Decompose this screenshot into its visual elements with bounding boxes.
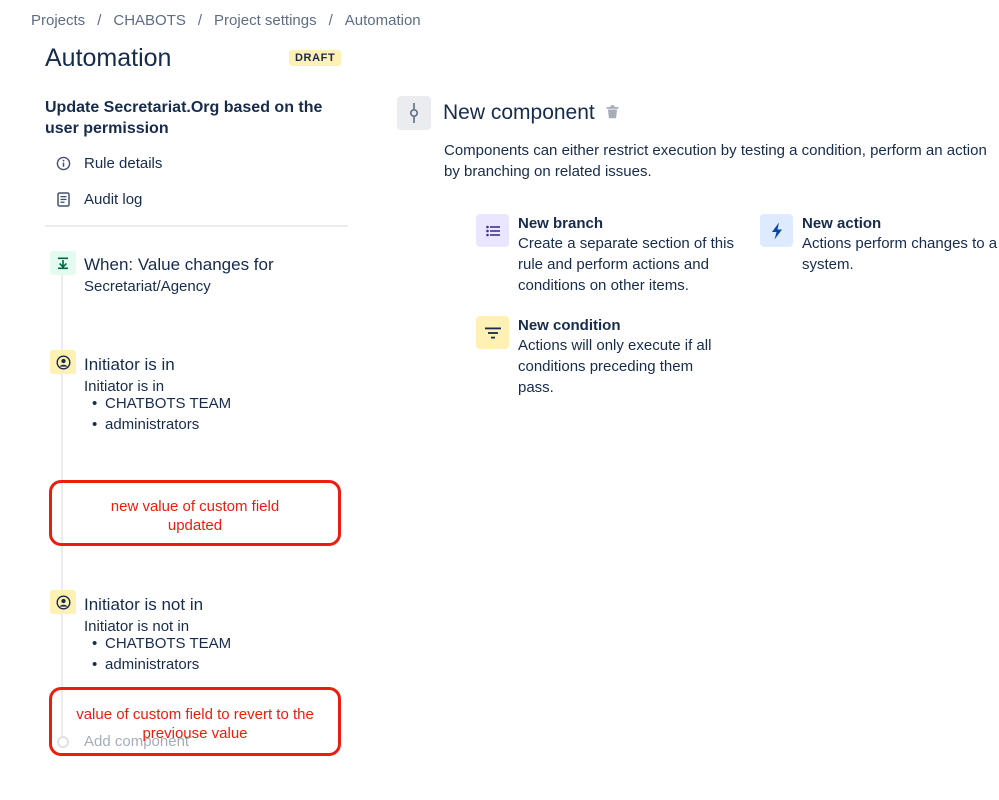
new-component-description: Components can either restrict execution…	[444, 140, 999, 182]
annotation-line: new value of custom field	[110, 498, 280, 515]
annotation-line: previouse value	[142, 725, 248, 742]
new-action-line: Actions perform changes to a	[802, 235, 998, 252]
new-branch-line: rule and perform actions and	[518, 256, 709, 273]
breadcrumb-projects[interactable]: Projects	[31, 12, 85, 29]
info-icon	[55, 156, 71, 172]
document-icon	[55, 192, 71, 208]
trigger-subtitle: Secretariat/Agency	[84, 278, 211, 295]
condition2-title[interactable]: Initiator is not in	[84, 595, 203, 615]
breadcrumb-automation[interactable]: Automation	[345, 12, 421, 29]
annotation-line: updated	[167, 517, 223, 534]
annotation-box-1: new value of custom field updated	[49, 480, 341, 546]
page-title: Automation	[45, 44, 172, 72]
filter-icon	[476, 316, 509, 349]
new-branch-line: Create a separate section of this	[518, 235, 734, 252]
rule-details-link[interactable]: Rule details	[55, 155, 162, 172]
new-component-title: New component	[443, 101, 595, 124]
condition1-list: CHATBOTS TEAM administrators	[92, 393, 231, 435]
annotation-line: value of custom field to revert to the	[76, 706, 314, 723]
rule-details-label: Rule details	[84, 155, 163, 172]
new-branch-line: conditions on other items.	[518, 277, 689, 294]
condition1-title[interactable]: Initiator is in	[84, 355, 175, 375]
description-line: by branching on related issues.	[444, 163, 652, 180]
new-branch-option[interactable]: New branch Create a separate section of …	[476, 214, 734, 296]
condition2-list: CHATBOTS TEAM administrators	[92, 633, 231, 675]
sidebar-divider	[45, 225, 348, 227]
new-action-title: New action	[802, 215, 882, 232]
new-branch-title: New branch	[518, 215, 604, 232]
new-condition-title: New condition	[518, 317, 621, 334]
new-condition-line: Actions will only execute if all	[518, 337, 712, 354]
annotation-box-2: value of custom field to revert to the p…	[49, 687, 341, 756]
audit-log-link[interactable]: Audit log	[55, 191, 142, 208]
new-condition-line: pass.	[518, 379, 554, 396]
trigger-title[interactable]: When: Value changes for	[84, 255, 274, 275]
list-item: CHATBOTS TEAM	[92, 633, 231, 654]
description-line: Components can either restrict execution…	[444, 142, 987, 159]
audit-log-label: Audit log	[84, 191, 143, 208]
new-action-line: system.	[802, 256, 854, 273]
breadcrumb-project-settings[interactable]: Project settings	[214, 12, 317, 29]
list-item: administrators	[92, 654, 231, 675]
breadcrumb-chabots[interactable]: CHABOTS	[113, 12, 186, 29]
list-item: administrators	[92, 414, 231, 435]
new-condition-option[interactable]: New condition Actions will only execute …	[476, 316, 711, 398]
status-badge: DRAFT	[289, 50, 342, 66]
breadcrumb: Projects / CHABOTS / Project settings / Automa…	[31, 12, 421, 29]
component-icon	[397, 96, 431, 130]
trigger-icon	[50, 251, 76, 275]
new-condition-line: conditions preceding them	[518, 358, 694, 375]
trash-icon[interactable]	[606, 105, 619, 124]
new-action-option[interactable]: New action Actions perform changes to a …	[760, 214, 997, 275]
user-icon	[50, 350, 76, 374]
user-icon	[50, 590, 76, 614]
rule-name[interactable]: Update Secretariat.Org based on the user…	[45, 97, 345, 139]
lightning-icon	[760, 214, 793, 247]
list-item: CHATBOTS TEAM	[92, 393, 231, 414]
list-icon	[476, 214, 509, 247]
